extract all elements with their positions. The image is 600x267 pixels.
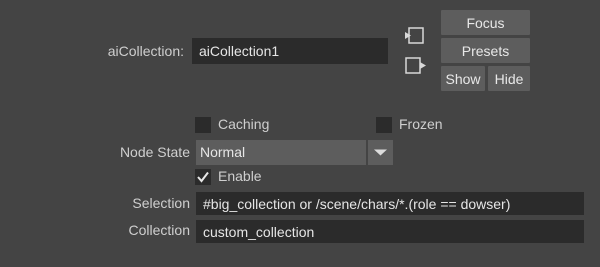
collection-label: Collection: [128, 222, 190, 238]
presets-button[interactable]: Presets: [441, 38, 530, 63]
frozen-label: Frozen: [399, 116, 443, 132]
node-state-value: Normal: [200, 144, 246, 160]
collection-name-label: aiCollection:: [107, 43, 184, 59]
node-state-dropdown-button[interactable]: [368, 140, 393, 165]
collection-name-field[interactable]: aiCollection1: [192, 38, 388, 64]
caching-checkbox[interactable]: [195, 117, 211, 133]
selection-field[interactable]: #big_collection or /scene/chars/*.(role …: [196, 192, 584, 215]
hide-button[interactable]: Hide: [488, 66, 530, 91]
node-state-label: Node State: [119, 144, 190, 160]
selection-label: Selection: [132, 195, 190, 211]
input-connection-icon[interactable]: [402, 24, 428, 48]
caching-label: Caching: [218, 116, 270, 132]
output-connection-icon[interactable]: [402, 54, 428, 78]
triangle-down-icon: [374, 149, 387, 156]
show-button[interactable]: Show: [441, 66, 485, 91]
frozen-checkbox[interactable]: [376, 117, 392, 133]
node-state-dropdown[interactable]: Normal: [196, 140, 366, 165]
enable-label: Enable: [218, 168, 262, 184]
collection-field[interactable]: custom_collection: [196, 220, 584, 243]
checkmark-icon: [197, 171, 209, 183]
enable-checkbox[interactable]: [195, 169, 211, 185]
focus-button[interactable]: Focus: [441, 10, 530, 35]
